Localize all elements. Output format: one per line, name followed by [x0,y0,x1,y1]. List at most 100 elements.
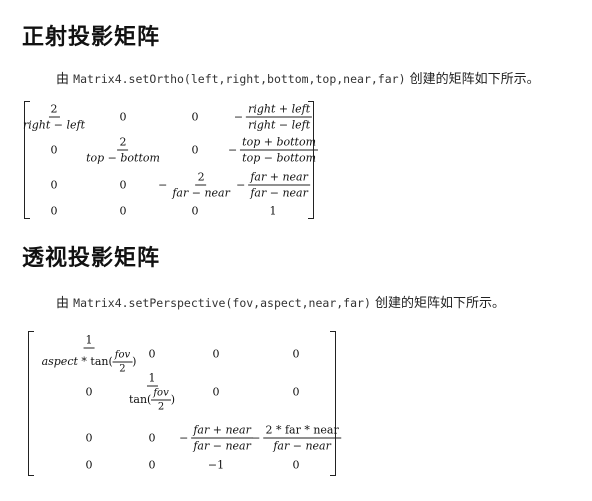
numerator: 2 [117,135,129,151]
inner-numerator: fov [112,349,133,363]
ortho-cell-r2-c2: −2 far − near [158,171,232,200]
numerator: 2 [195,170,207,186]
ortho-cell-r2-c3: − far + near far − near [236,171,310,200]
ortho-cell-r3-c1: 0 [120,205,127,218]
persp-cell-r0-c3: 0 [293,348,300,361]
numerator: 1 [83,333,95,349]
persp-cell-r0-c0: 1 aspect * tan(fov 2) [40,334,139,375]
numerator: 1 [146,371,158,387]
persp-matrix-left-bracket [28,331,34,476]
matrix-value: 0 [292,347,300,361]
ortho-cell-r1-c3: − top + bottom top − bottom [227,135,319,165]
ortho-cell-r3-c3: 1 [270,205,277,218]
fraction: 1 aspect * tan(fov 2) [40,334,139,375]
ortho-cell-r2-c1: 0 [120,179,127,192]
minus-sign: − [236,178,246,192]
denominator: top − bottom [86,151,160,165]
inner-fraction: fov 2 [151,387,171,413]
persp-desc-prefix: 由 [56,296,70,311]
matrix-value: 0 [292,385,300,399]
matrix-value: 0 [191,110,199,124]
inner-denominator: 2 [157,401,165,413]
minus-sign: − [158,178,168,192]
close-paren: ) [170,393,176,406]
minus-sign: − [233,110,244,124]
persp-matrix-right-bracket [330,331,336,476]
denominator-term: aspect [41,355,78,368]
ortho-cell-r3-c2: 0 [192,205,199,218]
ortho-desc-suffix: 创建的矩阵如下所示。 [409,72,540,87]
ortho-cell-r1-c0: 0 [51,144,58,157]
persp-cell-r0-c1: 0 [149,348,156,361]
persp-cell-r3-c3: 0 [293,459,300,472]
minus-sign: − [227,143,238,157]
matrix-value: 1 [269,204,277,218]
ortho-cell-r0-c3: − right + left right − left [233,102,313,132]
persp-desc-suffix: 创建的矩阵如下所示。 [375,296,506,311]
numerator: far + near [248,170,310,186]
denominator-func: tan( [128,393,152,406]
inner-numerator: fov [151,387,171,401]
matrix-value: 0 [148,458,156,472]
denominator: aspect * tan(fov 2) [40,349,139,375]
matrix-value: 0 [212,347,220,361]
ortho-matrix: 2 right − left 0 0− right + left right − left… [21,101,319,219]
persp-cell-r2-c3: −2 * far * near far − near [251,424,341,453]
matrix-value: 0 [119,204,127,218]
matrix-value: 0 [212,385,220,399]
numerator: top + bottom [240,135,319,151]
matrix-value: 0 [148,431,156,445]
fraction: far + near far − near [248,171,310,200]
section-title-perspective: 透视投影矩阵 [22,246,161,271]
persp-cell-r1-c0: 0 [86,386,93,399]
ortho-cell-r2-c0: 0 [51,179,58,192]
persp-cell-r1-c3: 0 [293,386,300,399]
numerator: 2 * far * near [263,423,341,439]
perspective-matrix: 1 aspect * tan(fov 2) 0 0 0 0 1 tan(fov 2) 0 0 0 0− fa… [28,331,341,476]
matrix-value: 0 [191,143,199,157]
denominator: tan(fov 2) [127,387,177,413]
matrix-value: 0 [50,143,58,157]
ortho-cell-r0-c1: 0 [120,111,127,124]
matrix-value: 0 [50,178,58,192]
persp-cell-r3-c1: 0 [149,459,156,472]
section-title-ortho: 正射投影矩阵 [22,25,161,50]
persp-cell-r1-c1: 1 tan(fov 2) [127,372,177,413]
persp-cell-r0-c2: 0 [213,348,220,361]
ortho-cell-r0-c2: 0 [192,111,199,124]
persp-code: Matrix4.setPerspective(fov,aspect,near,f… [73,296,371,310]
matrix-value: 0 [148,347,156,361]
fraction: 2 right − left [21,103,87,132]
fraction: 2 top − bottom [84,136,162,165]
numerator: right + left [246,102,313,118]
denominator: far − near [172,186,230,200]
fraction: top + bottom top − bottom [240,135,319,165]
perspective-description: 由 Matrix4.setPerspective(fov,aspect,near… [56,292,505,311]
ortho-cell-r1-c2: 0 [192,144,199,157]
matrix-value: 0 [292,458,300,472]
matrix-value: −1 [207,458,225,472]
matrix-value: 0 [119,110,127,124]
numerator: far + near [191,423,253,439]
fraction: right + left right − left [246,102,313,132]
ortho-cell-r3-c0: 0 [51,205,58,218]
matrix-value: 0 [191,204,199,218]
fraction: far + near far − near [191,424,253,453]
persp-cell-r3-c0: 0 [86,459,93,472]
denominator: far − near [250,186,308,200]
close-paren: ) [132,355,137,368]
matrix-value: 0 [50,204,58,218]
fraction: 2 * far * near far − near [263,423,341,453]
ortho-desc-prefix: 由 [56,72,70,87]
fraction: 2 far − near [170,171,232,200]
denominator: right − left [22,118,86,132]
matrix-value: 0 [85,431,93,445]
minus-sign: − [179,431,189,445]
matrix-value: 0 [119,178,127,192]
ortho-cell-r1-c1: 2 top − bottom [84,136,162,165]
ortho-description: 由 Matrix4.setOrtho(left,right,bottom,top… [56,68,540,87]
denominator: right − left [248,118,311,132]
denominator: top − bottom [242,151,317,165]
denominator: far − near [273,439,331,453]
matrix-value: 0 [85,458,93,472]
